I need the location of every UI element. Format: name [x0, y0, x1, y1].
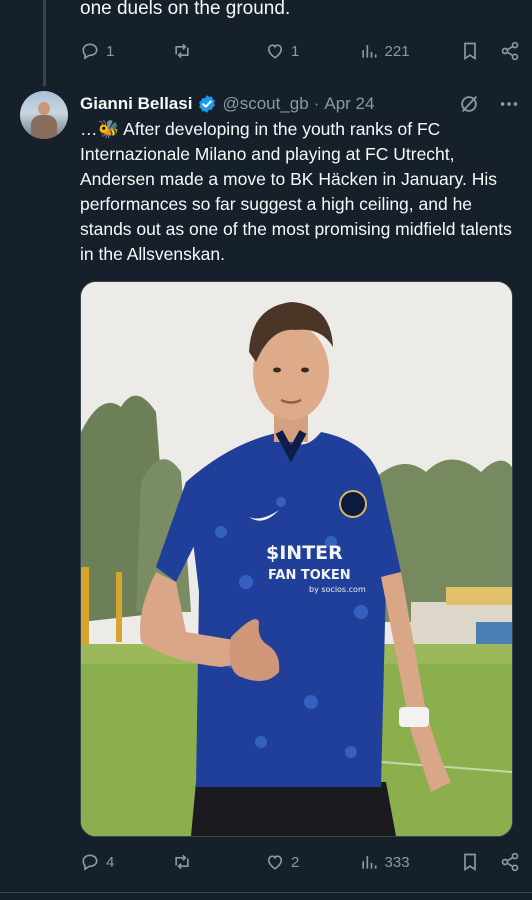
tweet-photo[interactable]: $INTER FAN TOKEN by socios.com — [80, 281, 513, 837]
like-button[interactable]: 1 — [265, 41, 359, 61]
views-button[interactable]: 333 — [359, 852, 460, 872]
jersey-sponsor-line-2: FAN TOKEN — [268, 568, 351, 583]
bookmark-icon — [464, 853, 476, 872]
reply-icon — [82, 43, 98, 60]
retweet-icon — [174, 43, 189, 59]
like-count: 1 — [291, 42, 300, 60]
reply-icon — [82, 854, 98, 871]
views-button[interactable]: 221 — [359, 41, 460, 61]
bookmark-button[interactable] — [460, 41, 480, 61]
retweet-button[interactable] — [172, 852, 266, 872]
heart-icon — [267, 44, 283, 59]
share-icon — [501, 852, 519, 872]
like-count: 2 — [291, 853, 300, 871]
previous-tweet-actions: 1 1 221 — [80, 37, 520, 65]
timeline: one duels on the ground. 1 1 221 Gianni … — [0, 0, 532, 900]
views-chart-icon — [361, 856, 377, 869]
heart-icon — [267, 855, 283, 870]
retweet-button[interactable] — [172, 41, 266, 61]
author-name[interactable]: Gianni Bellasi — [80, 94, 192, 114]
views-count: 221 — [384, 42, 410, 60]
thread-connector-line — [43, 0, 46, 86]
tweet-actions: 4 2 333 — [80, 848, 520, 876]
tweet-text: …🐝 After developing in the youth ranks o… — [80, 119, 512, 264]
more-dots-icon[interactable] — [498, 93, 520, 115]
tweet-date[interactable]: Apr 24 — [324, 94, 374, 114]
tweet-header: Gianni Bellasi @scout_gb · Apr 24 — [80, 92, 520, 116]
retweet-icon — [174, 854, 189, 870]
share-button[interactable] — [500, 852, 520, 872]
jersey-sponsor-line-3: by socios.com — [309, 585, 366, 594]
reply-button[interactable]: 1 — [80, 41, 172, 61]
share-icon — [501, 41, 519, 61]
share-button[interactable] — [500, 41, 520, 61]
reply-count: 4 — [106, 853, 115, 871]
author-handle[interactable]: @scout_gb — [222, 94, 308, 114]
bookmark-button[interactable] — [460, 852, 480, 872]
divider — [0, 892, 532, 893]
reply-count: 1 — [106, 42, 115, 60]
separator: · — [313, 94, 320, 113]
verified-badge-icon — [199, 95, 216, 113]
grok-icon[interactable] — [458, 93, 480, 115]
previous-tweet-text: one duels on the ground. — [80, 0, 291, 19]
reply-button[interactable]: 4 — [80, 852, 172, 872]
views-chart-icon — [361, 45, 377, 58]
bookmark-icon — [464, 42, 476, 61]
jersey-sponsor-line-1: $INTER — [266, 542, 343, 564]
avatar[interactable] — [20, 91, 68, 139]
views-count: 333 — [384, 853, 410, 871]
like-button[interactable]: 2 — [265, 852, 359, 872]
